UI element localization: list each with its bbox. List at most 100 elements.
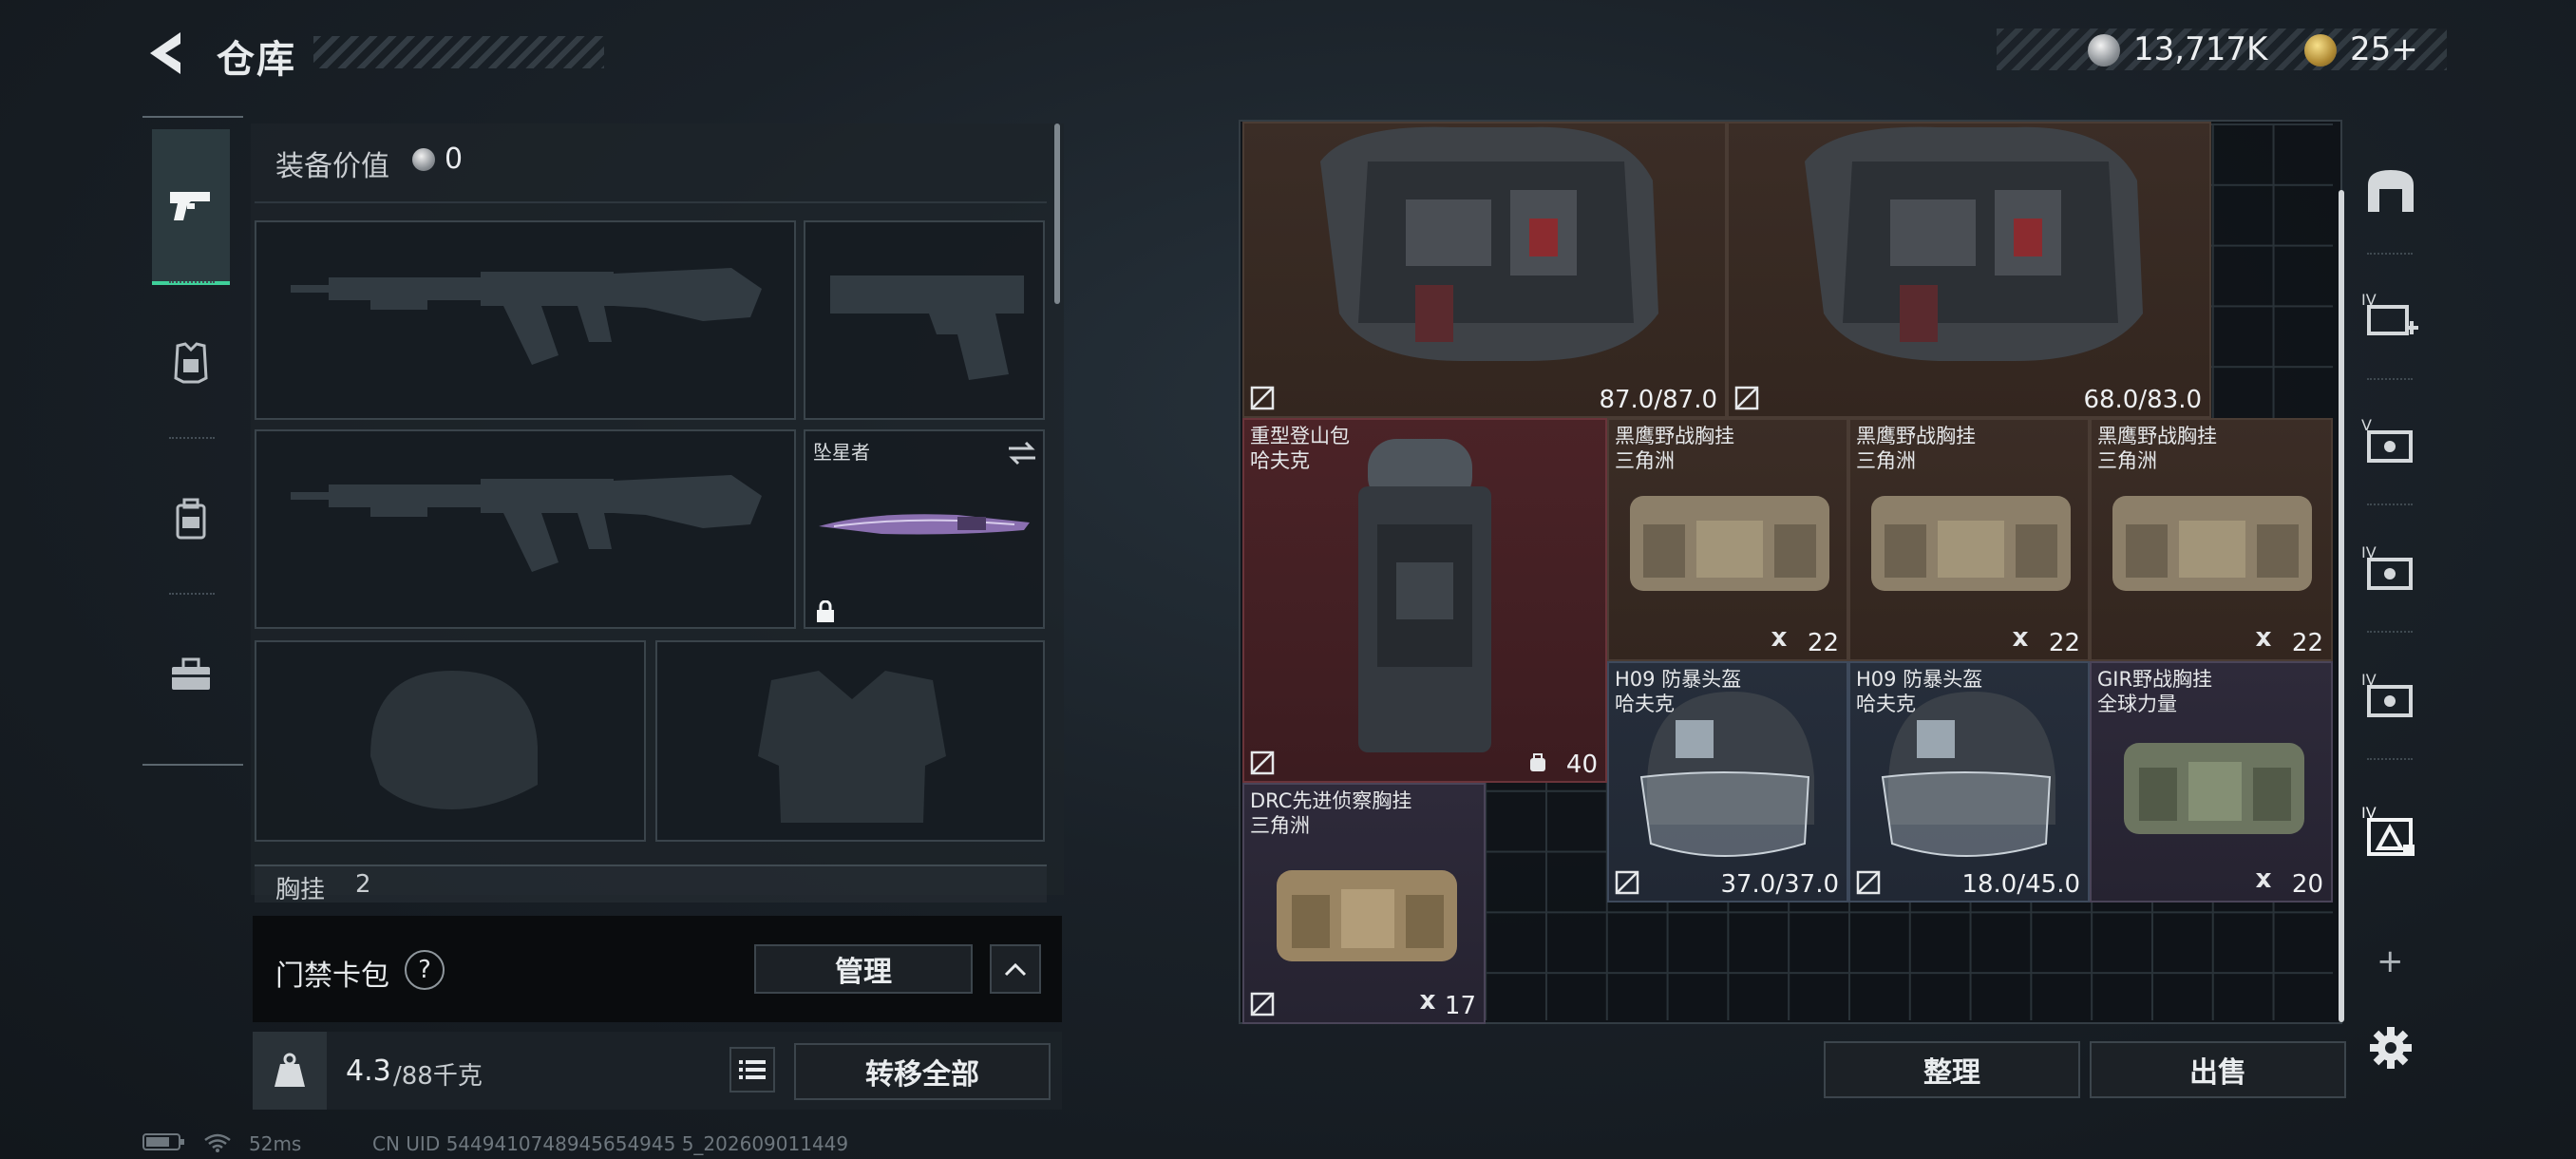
- equipment-value-label: 装备价值: [275, 150, 389, 183]
- item-brand: 全球力量: [2097, 693, 2177, 715]
- weight-box: [253, 1032, 327, 1110]
- ping-text: 52ms: [249, 1132, 302, 1155]
- no-repair-icon: [1250, 750, 1275, 775]
- storage-item-armor[interactable]: 68.0/83.0: [1727, 122, 2211, 418]
- keycard-label: 门禁卡包: [275, 960, 389, 993]
- slots-icon: [1420, 995, 1435, 1009]
- backpack-icon: [1358, 439, 1491, 752]
- melee-slot[interactable]: 坠星者: [804, 429, 1045, 629]
- item-name-line1: 黑鹰野战胸挂: [1856, 425, 1976, 447]
- backpack-icon: [176, 498, 206, 540]
- divider: [2367, 631, 2413, 633]
- no-repair-icon: [1250, 992, 1275, 1016]
- lock-icon: [817, 600, 834, 622]
- tab-storage-add[interactable]: IV: [2359, 285, 2422, 348]
- swap-icon[interactable]: [1005, 439, 1039, 467]
- add-storage-button[interactable]: +: [2377, 942, 2404, 980]
- rifle-silhouette-icon: [291, 268, 762, 365]
- item-brand: 三角洲: [1615, 449, 1675, 472]
- toolbox-icon: [172, 657, 210, 690]
- transfer-all-button[interactable]: 转移全部: [794, 1043, 1051, 1100]
- tab-storage-iv-a[interactable]: IV: [2359, 538, 2422, 600]
- no-repair-icon: [1856, 870, 1881, 895]
- settings-button[interactable]: [2359, 1016, 2422, 1079]
- chevron-up-icon: [1004, 962, 1027, 977]
- chest-rig-count: 2: [355, 870, 371, 899]
- chest-rig-icon: [1630, 496, 1829, 591]
- list-button[interactable]: [729, 1047, 775, 1092]
- storage-item-chest-rig[interactable]: 黑鹰野战胸挂 三角洲 22: [2090, 418, 2333, 661]
- equipment-scrollbar[interactable]: [1054, 124, 1060, 304]
- chest-rig-label: 胸挂: [275, 876, 326, 904]
- no-repair-icon: [1734, 386, 1759, 410]
- item-brand: 三角洲: [2097, 449, 2157, 472]
- storage-tab-icon: IV: [2361, 543, 2413, 590]
- body-armor-icon: [1320, 126, 1658, 361]
- item-slots: 22: [1807, 629, 1839, 657]
- helmet-silhouette-icon: [370, 671, 538, 809]
- item-name-line1: DRC先进侦察胸挂: [1250, 789, 1412, 812]
- hafk-coin-icon: [2088, 34, 2120, 66]
- sell-button[interactable]: 出售: [2090, 1041, 2346, 1098]
- pistol-silhouette-icon: [830, 276, 1024, 380]
- storage-item-chest-rig[interactable]: DRC先进侦察胸挂 三角洲 17: [1242, 783, 1486, 1024]
- storage-item-helmet[interactable]: H09 防暴头盔 哈夫克 18.0/45.0: [1848, 661, 2090, 902]
- tab-storage-v[interactable]: V: [2359, 410, 2422, 473]
- chest-rig-section[interactable]: 胸挂 2: [255, 864, 1047, 904]
- currency-secondary[interactable]: 25+: [2350, 30, 2418, 68]
- item-name-line1: GIR野战胸挂: [2097, 668, 2213, 691]
- slots-icon: [1771, 632, 1787, 646]
- expand-button[interactable]: [990, 944, 1041, 994]
- back-button[interactable]: [142, 27, 190, 80]
- storage-home-icon: [2368, 170, 2414, 212]
- divider: [169, 281, 215, 283]
- no-repair-icon: [1615, 870, 1639, 895]
- storage-scrollbar[interactable]: [2339, 190, 2344, 1022]
- sort-button[interactable]: 整理: [1824, 1041, 2080, 1098]
- chest-rig-icon: [1871, 496, 2071, 591]
- storage-item-chest-rig[interactable]: 黑鹰野战胸挂 三角洲 22: [1607, 418, 1848, 661]
- item-name: GIR野战胸挂 全球力量: [2097, 667, 2212, 716]
- gear-icon: [2370, 1027, 2412, 1069]
- item-name: 重型登山包 哈夫克: [1250, 424, 1350, 473]
- help-icon[interactable]: ?: [405, 950, 445, 990]
- tab-backpack[interactable]: [152, 441, 230, 597]
- storage-item-chest-rig[interactable]: GIR野战胸挂 全球力量 20: [2090, 661, 2333, 902]
- item-name: 黑鹰野战胸挂 三角洲: [1615, 424, 1734, 473]
- chest-rig-icon: [2124, 743, 2304, 834]
- item-capacity: 40: [1565, 750, 1598, 779]
- storage-item-helmet[interactable]: H09 防暴头盔 哈夫克 37.0/37.0: [1607, 661, 1848, 902]
- expand-storage-icon: IV: [2361, 291, 2418, 335]
- storage-item-backpack[interactable]: 重型登山包 哈夫克 40: [1242, 418, 1607, 783]
- storage-item-chest-rig[interactable]: 黑鹰野战胸挂 三角洲 22: [1848, 418, 2090, 661]
- manage-button[interactable]: 管理: [754, 944, 973, 994]
- item-name-line1: 重型登山包: [1250, 425, 1350, 447]
- body-armor-slot[interactable]: [655, 640, 1045, 842]
- primary-weapon-slot-2[interactable]: [255, 429, 796, 629]
- tab-weapons[interactable]: [152, 129, 230, 285]
- storage-tab-icon: IV: [2361, 671, 2413, 717]
- storage-tab-icon: IV: [2361, 804, 2415, 856]
- storage-item-armor[interactable]: 87.0/87.0: [1242, 122, 1727, 418]
- help-glyph: ?: [418, 956, 431, 984]
- item-brand: 三角洲: [1856, 449, 1916, 472]
- tab-storage-home[interactable]: [2359, 160, 2422, 222]
- helmet-slot[interactable]: [255, 640, 646, 842]
- item-name: 黑鹰野战胸挂 三角洲: [1856, 424, 1976, 473]
- pistol-slot[interactable]: [804, 220, 1045, 420]
- slots-icon: [2256, 632, 2271, 646]
- riot-helmet-icon: [1881, 692, 2055, 857]
- title-decoration: [313, 36, 604, 68]
- tab-armor[interactable]: [152, 285, 230, 441]
- tab-storage-iv-b[interactable]: IV: [2359, 665, 2422, 728]
- divider: [169, 593, 215, 595]
- uid-text: CN UID 5449410748945654945 5_20260901144…: [372, 1132, 849, 1155]
- rifle-silhouette-icon: [291, 475, 762, 572]
- primary-weapon-slot-1[interactable]: [255, 220, 796, 420]
- back-arrow-icon: [150, 32, 180, 74]
- item-name-line1: 黑鹰野战胸挂: [2097, 425, 2217, 447]
- body-armor-icon: [1805, 126, 2143, 361]
- tab-toolbox[interactable]: [152, 597, 230, 752]
- tab-storage-iv-c[interactable]: IV: [2359, 800, 2422, 863]
- divider: [2367, 504, 2413, 505]
